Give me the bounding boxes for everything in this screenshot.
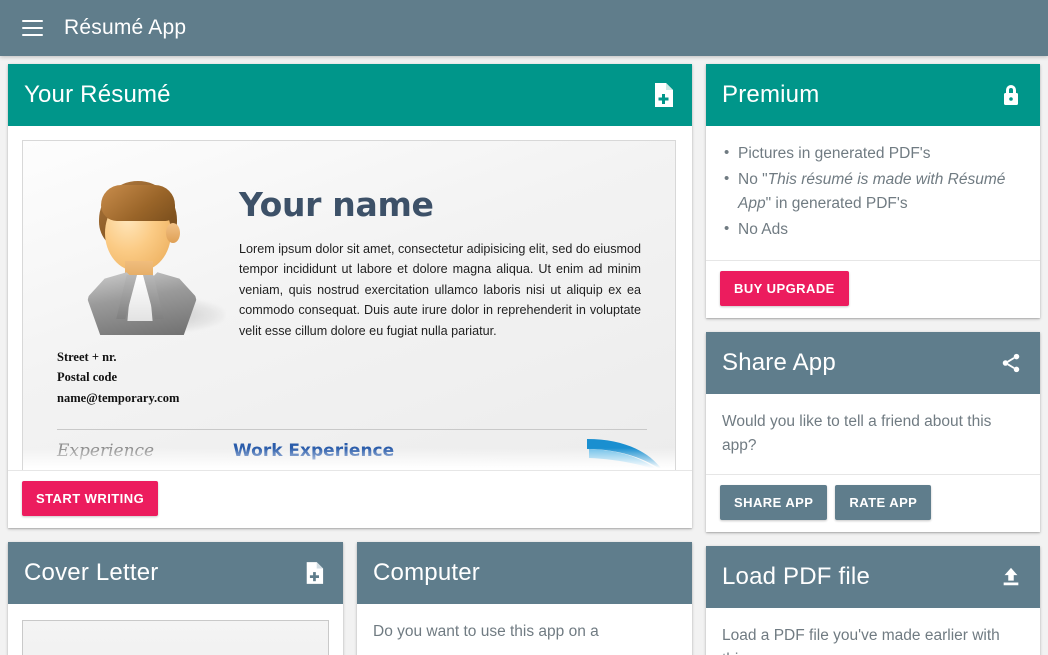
- resume-section-label: Experience: [57, 441, 155, 461]
- premium-feature-text: No Ads: [738, 221, 788, 239]
- resume-card-header: Your Résumé: [8, 64, 692, 126]
- list-item: No "This résumé is made with Résumé App"…: [722, 167, 1024, 216]
- resume-card: Your Résumé Your name Lorem ipsum dolor …: [8, 64, 692, 528]
- share-app-button[interactable]: SHARE APP: [720, 485, 828, 521]
- share-app-card-actions: SHARE APP RATE APP: [706, 474, 1040, 532]
- page-content: Your Résumé Your name Lorem ipsum dolor …: [0, 56, 1048, 655]
- resume-contact-postal: Postal code: [57, 370, 118, 385]
- cover-letter-card-title: Cover Letter: [24, 559, 159, 586]
- start-writing-button[interactable]: START WRITING: [22, 481, 159, 516]
- computer-card-title: Computer: [373, 559, 480, 586]
- note-add-icon[interactable]: [650, 82, 676, 108]
- hamburger-menu-icon[interactable]: [16, 12, 48, 44]
- resume-section-title: Work Experience: [233, 441, 395, 461]
- left-column: Your Résumé Your name Lorem ipsum dolor …: [8, 64, 692, 655]
- cover-letter-card-header: Cover Letter: [8, 542, 343, 604]
- computer-card-header: Computer: [357, 542, 692, 604]
- list-item: Pictures in generated PDF's: [722, 141, 1024, 166]
- right-column: Premium Pictures in generated PDF's No "…: [706, 64, 1040, 655]
- resume-card-actions: START WRITING: [8, 470, 692, 528]
- share-app-card-header: Share App: [706, 332, 1040, 395]
- premium-feature-text: Pictures in generated PDF's: [738, 145, 931, 162]
- premium-feature-list: Pictures in generated PDF's No "This rés…: [722, 141, 1024, 242]
- list-item: No Ads: [722, 217, 1024, 242]
- resume-preview-wrap: Your name Lorem ipsum dolor sit amet, co…: [8, 126, 692, 470]
- share-icon[interactable]: [998, 350, 1024, 376]
- resume-contact-block: Street + nr. Postal code name@temporary.…: [57, 347, 179, 408]
- bottom-cards-row: Cover Letter Computer Do you want to use…: [8, 542, 692, 655]
- computer-card: Computer Do you want to use this app on …: [357, 542, 692, 655]
- resume-preview-image[interactable]: Your name Lorem ipsum dolor sit amet, co…: [22, 140, 676, 470]
- resume-contact-street: Street + nr.: [57, 350, 117, 364]
- premium-card-body: Pictures in generated PDF's No "This rés…: [706, 126, 1040, 260]
- premium-card-header: Premium: [706, 64, 1040, 126]
- resume-contact-email: name@temporary.com: [57, 390, 180, 405]
- resume-divider: [57, 429, 647, 430]
- computer-card-body: Do you want to use this app on a: [373, 623, 599, 640]
- rate-app-button[interactable]: RATE APP: [835, 485, 932, 521]
- share-app-card: Share App Would you like to tell a frien…: [706, 332, 1040, 533]
- app-bar: Résumé App: [0, 0, 1048, 56]
- premium-feature-text: No ": [738, 171, 768, 189]
- resume-card-title: Your Résumé: [24, 81, 171, 108]
- share-app-card-body: Would you like to tell a friend about th…: [722, 413, 992, 455]
- load-pdf-card-header: Load PDF file: [706, 546, 1040, 609]
- load-pdf-card-body: Load a PDF file you've made earlier with…: [722, 627, 1000, 655]
- person-avatar-icon: [81, 179, 225, 339]
- premium-card: Premium Pictures in generated PDF's No "…: [706, 64, 1040, 319]
- premium-feature-suffix: " in generated PDF's: [765, 195, 908, 213]
- lock-icon[interactable]: [998, 82, 1024, 108]
- share-app-card-title: Share App: [722, 349, 836, 377]
- load-pdf-card-title: Load PDF file: [722, 563, 871, 591]
- cover-letter-card: Cover Letter: [8, 542, 343, 655]
- note-add-icon[interactable]: [301, 560, 327, 586]
- premium-card-title: Premium: [722, 81, 820, 108]
- load-pdf-card: Load PDF file Load a PDF file you've mad…: [706, 546, 1040, 655]
- buy-upgrade-button[interactable]: BUY UPGRADE: [720, 271, 849, 307]
- swoosh-decoration-icon: [583, 437, 665, 470]
- cover-letter-preview-thumbnail[interactable]: [22, 620, 329, 655]
- cover-letter-card-body: [8, 604, 343, 655]
- premium-card-actions: BUY UPGRADE: [706, 260, 1040, 318]
- resume-paragraph: Lorem ipsum dolor sit amet, consectetur …: [239, 242, 641, 338]
- resume-name: Your name: [239, 185, 434, 224]
- upload-icon[interactable]: [998, 564, 1024, 590]
- app-title: Résumé App: [64, 16, 187, 39]
